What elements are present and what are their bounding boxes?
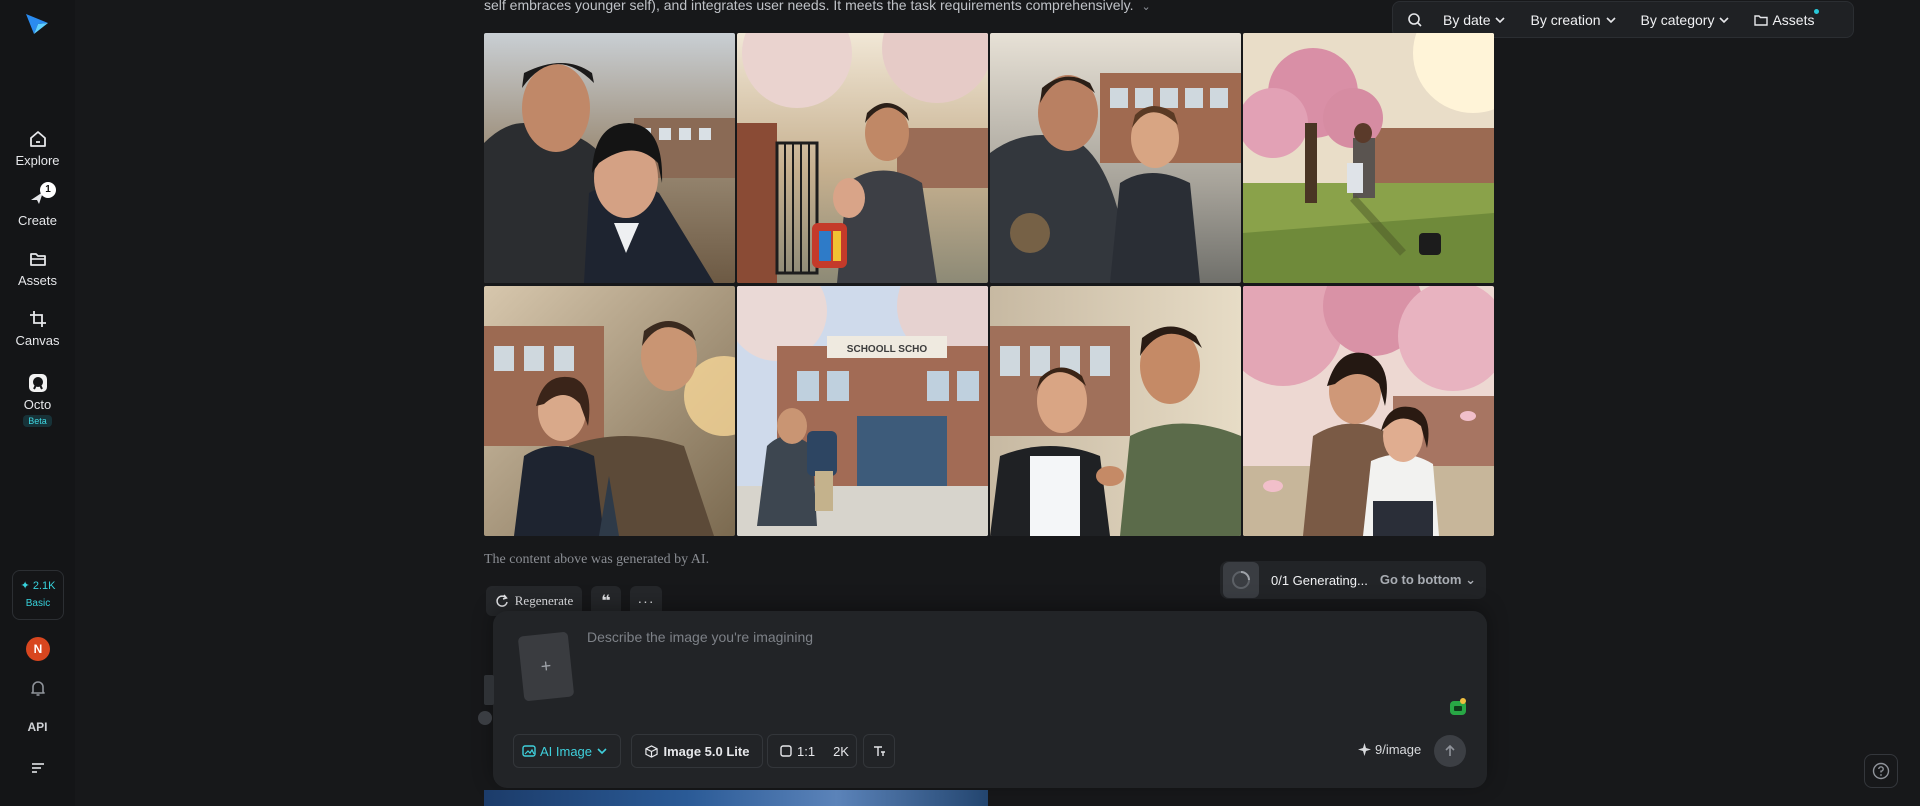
- send-button[interactable]: [1434, 735, 1466, 767]
- generated-image-2[interactable]: [737, 33, 988, 283]
- chevron-down-icon: [597, 748, 607, 755]
- sidebar-item-label: Assets: [17, 273, 57, 288]
- menu-icon[interactable]: [27, 757, 49, 779]
- sidebar-item-label: Octo: [23, 397, 52, 412]
- chevrons-down-icon: ⌄: [1465, 572, 1476, 587]
- folder-icon: [29, 253, 46, 266]
- quote-icon: ❝: [601, 593, 611, 610]
- text-format-icon: [873, 745, 885, 756]
- crop-icon: [29, 311, 46, 327]
- mode-label: AI Image: [539, 743, 593, 759]
- text-style-button[interactable]: [863, 734, 895, 768]
- notification-dot: [1814, 8, 1820, 14]
- regenerate-label: Regenerate: [514, 593, 574, 608]
- sidebar: Explore 1 Create Assets Canvas Octo Beta…: [0, 0, 75, 806]
- cube-icon: [644, 744, 658, 758]
- cost-indicator: 9/image: [1358, 742, 1421, 757]
- generated-image-6[interactable]: SCHOOLL SCHO: [737, 286, 988, 536]
- octo-icon: [28, 374, 47, 392]
- ellipsis-icon: ···: [637, 593, 655, 609]
- generated-image-1[interactable]: [484, 33, 735, 283]
- search-icon[interactable]: [1407, 12, 1423, 28]
- go-to-bottom-button[interactable]: Go to bottom ⌄: [1380, 572, 1476, 588]
- assistant-icon[interactable]: [1448, 697, 1468, 717]
- chevron-down-icon: [1605, 16, 1616, 23]
- sidebar-item-canvas[interactable]: Canvas: [0, 308, 75, 348]
- chevron-down-icon: [1719, 16, 1730, 23]
- plan-label: Basic: [25, 598, 51, 609]
- generated-image-3[interactable]: [990, 33, 1241, 283]
- home-icon: [29, 131, 46, 147]
- filter-label: By category: [1640, 11, 1715, 28]
- help-button[interactable]: [1864, 754, 1898, 788]
- assets-button[interactable]: Assets: [1754, 8, 1820, 28]
- sidebar-item-octo[interactable]: Octo Beta: [0, 372, 75, 427]
- image-icon: [522, 745, 536, 757]
- generation-count: 0/1 Generating...: [1271, 572, 1368, 588]
- cost-label: 9/image: [1375, 742, 1422, 757]
- notification-badge: 1: [40, 182, 56, 198]
- sidebar-item-create[interactable]: 1 Create: [0, 182, 75, 228]
- avatar[interactable]: N: [26, 637, 50, 661]
- model-selector[interactable]: Image 5.0 Lite: [631, 734, 763, 768]
- logo-icon[interactable]: [24, 10, 50, 36]
- ai-disclaimer: The content above was generated by AI.: [484, 552, 710, 567]
- bell-icon[interactable]: [27, 677, 49, 699]
- beta-badge: Beta: [23, 415, 52, 427]
- add-reference-button[interactable]: +: [517, 631, 575, 702]
- sidebar-item-assets[interactable]: Assets: [0, 248, 75, 288]
- sidebar-item-explore[interactable]: Explore: [0, 128, 75, 168]
- generated-image-4[interactable]: [1243, 33, 1494, 283]
- generated-image-8[interactable]: [1243, 286, 1494, 536]
- partial-quote-icon: [478, 711, 492, 725]
- help-icon: [1872, 762, 1890, 780]
- regenerate-icon: [496, 594, 508, 607]
- credits-value: 2.1K: [32, 580, 56, 592]
- filter-by-category[interactable]: By category: [1641, 12, 1731, 28]
- summary-text: self embraces younger self), and integra…: [484, 0, 1134, 13]
- filter-label: By creation: [1530, 11, 1601, 28]
- loading-spinner-icon: [1223, 562, 1259, 598]
- aspect-ratio-icon: [780, 745, 792, 757]
- prompt-input[interactable]: [585, 627, 1439, 701]
- filter-by-date[interactable]: By date: [1443, 12, 1506, 28]
- folder-icon: [1754, 14, 1769, 26]
- image-grid: SCHOOLL SCHO: [484, 33, 1496, 536]
- credits-box[interactable]: ✦ 2.1K Basic: [12, 570, 64, 620]
- filter-by-creation[interactable]: By creation: [1530, 12, 1616, 28]
- sidebar-item-label: Create: [17, 213, 58, 228]
- generation-status: 0/1 Generating... Go to bottom ⌄: [1220, 561, 1486, 599]
- prompt-composer: + AI Image Image 5.0 Lite 1:1 2K 9/image: [493, 611, 1487, 788]
- generated-image-7[interactable]: [990, 286, 1241, 536]
- plus-icon: +: [539, 655, 553, 677]
- assets-label: Assets: [1772, 11, 1815, 28]
- sidebar-item-label: Explore: [15, 153, 60, 168]
- model-label: Image 5.0 Lite: [663, 743, 750, 759]
- partial-thumbnail: [484, 675, 494, 705]
- partial-image: [484, 790, 988, 806]
- chevron-down-icon: [1495, 16, 1506, 23]
- mode-selector[interactable]: AI Image: [513, 734, 621, 768]
- api-link[interactable]: API: [0, 720, 75, 734]
- ratio-label: 1:1: [797, 743, 816, 759]
- filter-label: By date: [1443, 11, 1491, 28]
- response-summary: self embraces younger self), and integra…: [484, 0, 1184, 13]
- chevron-down-icon[interactable]: ⌄: [1142, 1, 1151, 13]
- school-sign-text: SCHOOLL SCHO: [847, 344, 928, 355]
- go-to-bottom-label: Go to bottom: [1379, 572, 1462, 587]
- sidebar-item-label: Canvas: [15, 333, 60, 348]
- sparkle-icon: [1358, 743, 1371, 756]
- arrow-up-icon: [1445, 744, 1455, 756]
- generated-image-5[interactable]: [484, 286, 735, 536]
- size-selector[interactable]: 1:1 2K: [767, 734, 857, 768]
- resolution-label: 2K: [833, 743, 849, 759]
